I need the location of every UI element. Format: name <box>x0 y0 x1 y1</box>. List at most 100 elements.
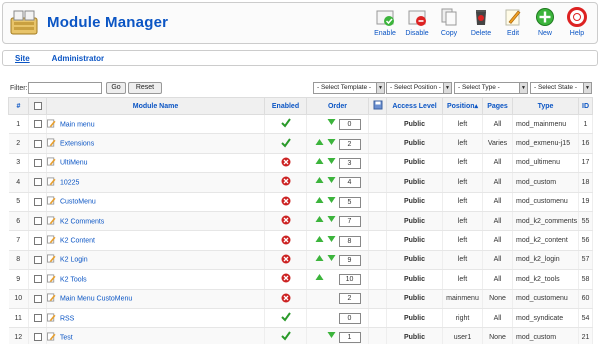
select-state[interactable]: - Select State - ▼ <box>530 82 592 94</box>
row-access[interactable]: Public <box>386 114 443 135</box>
col-order[interactable]: Order <box>306 97 369 115</box>
move-down-icon[interactable] <box>327 176 336 184</box>
row-access[interactable]: Public <box>386 192 443 212</box>
disabled-x-icon[interactable] <box>281 215 291 225</box>
move-down-icon[interactable] <box>327 215 336 223</box>
row-checkbox[interactable] <box>33 197 42 206</box>
row-checkbox-cell[interactable] <box>28 327 47 344</box>
row-checkbox-cell[interactable] <box>28 308 47 329</box>
col-id[interactable]: ID <box>578 97 593 115</box>
select-all-checkbox[interactable] <box>33 102 42 110</box>
module-name-link[interactable]: CustoMenu <box>60 199 96 206</box>
order-input[interactable]: 1 <box>338 332 361 344</box>
row-access[interactable]: Public <box>386 133 443 154</box>
move-up-icon[interactable] <box>315 196 324 204</box>
row-checkbox-cell[interactable] <box>28 230 47 251</box>
row-access[interactable]: Public <box>386 289 443 309</box>
move-up-icon[interactable] <box>315 235 324 243</box>
order-input[interactable]: 0 <box>338 312 361 324</box>
row-checkbox[interactable] <box>33 294 42 303</box>
row-checkbox-cell[interactable] <box>28 289 47 309</box>
order-input[interactable]: 9 <box>338 254 361 266</box>
row-access[interactable]: Public <box>386 211 443 232</box>
row-enabled-toggle[interactable] <box>264 211 307 232</box>
row-access[interactable]: Public <box>386 250 443 271</box>
enabled-check-icon[interactable] <box>280 137 291 148</box>
move-up-icon[interactable] <box>315 254 324 262</box>
move-down-icon[interactable] <box>327 254 336 262</box>
row-enabled-toggle[interactable] <box>264 250 307 271</box>
module-name-link[interactable]: Extensions <box>60 140 94 147</box>
module-name-link[interactable]: K2 Comments <box>60 218 104 225</box>
row-enabled-toggle[interactable] <box>264 114 307 135</box>
order-input[interactable]: 0 <box>338 119 361 131</box>
move-down-icon[interactable] <box>327 331 336 339</box>
row-checkbox-cell[interactable] <box>28 114 47 135</box>
enabled-check-icon[interactable] <box>280 331 291 342</box>
row-access[interactable]: Public <box>386 308 443 329</box>
order-input[interactable]: 8 <box>338 235 361 247</box>
disabled-x-icon[interactable] <box>281 196 291 206</box>
order-input[interactable]: 3 <box>338 157 361 169</box>
help-button[interactable]: Help <box>561 7 593 41</box>
reset-button[interactable]: Reset <box>128 82 162 94</box>
row-checkbox[interactable] <box>33 178 42 187</box>
disabled-x-icon[interactable] <box>281 254 291 264</box>
order-input[interactable]: 7 <box>338 216 361 228</box>
disabled-x-icon[interactable] <box>281 157 291 167</box>
move-down-icon[interactable] <box>327 196 336 204</box>
move-up-icon[interactable] <box>315 138 324 146</box>
module-name-link[interactable]: 10225 <box>60 179 79 186</box>
submenu-administrator[interactable]: Administrator <box>52 54 104 63</box>
move-up-icon[interactable] <box>315 157 324 165</box>
row-enabled-toggle[interactable] <box>264 289 307 309</box>
module-name-link[interactable]: UltiMenu <box>60 160 88 167</box>
module-name-link[interactable]: K2 Login <box>60 257 88 264</box>
disabled-x-icon[interactable] <box>281 273 291 283</box>
module-name-link[interactable]: Main Menu CustoMenu <box>60 296 132 303</box>
row-checkbox-cell[interactable] <box>28 172 47 193</box>
row-access[interactable]: Public <box>386 269 443 290</box>
row-checkbox-cell[interactable] <box>28 153 47 174</box>
new-button[interactable]: New <box>529 7 561 41</box>
copy-button[interactable]: Copy <box>433 7 465 41</box>
row-checkbox-cell[interactable] <box>28 192 47 212</box>
module-name-link[interactable]: K2 Content <box>60 237 95 244</box>
col-save-order[interactable] <box>368 97 387 115</box>
filter-input[interactable] <box>28 82 102 94</box>
move-down-icon[interactable] <box>327 118 336 126</box>
row-checkbox[interactable] <box>33 217 42 226</box>
row-checkbox[interactable] <box>33 333 42 342</box>
row-checkbox-cell[interactable] <box>28 211 47 232</box>
select-type[interactable]: - Select Type - ▼ <box>454 82 528 94</box>
order-input[interactable]: 2 <box>338 293 361 305</box>
save-order-icon[interactable] <box>373 100 383 110</box>
disabled-x-icon[interactable] <box>281 293 291 303</box>
select-position[interactable]: - Select Position - ▼ <box>386 82 452 94</box>
enabled-check-icon[interactable] <box>280 118 291 128</box>
row-checkbox[interactable] <box>33 255 42 264</box>
row-access[interactable]: Public <box>386 153 443 174</box>
order-input[interactable]: 10 <box>338 274 361 286</box>
move-down-icon[interactable] <box>327 235 336 243</box>
move-down-icon[interactable] <box>327 138 336 146</box>
module-name-link[interactable]: Test <box>60 334 73 341</box>
move-up-icon[interactable] <box>315 176 324 184</box>
row-checkbox[interactable] <box>33 314 42 323</box>
row-checkbox-cell[interactable] <box>28 269 47 290</box>
move-up-icon[interactable] <box>315 273 324 281</box>
row-enabled-toggle[interactable] <box>264 327 307 344</box>
submenu-site[interactable]: Site <box>15 54 30 63</box>
row-enabled-toggle[interactable] <box>264 153 307 174</box>
row-access[interactable]: Public <box>386 172 443 193</box>
row-checkbox[interactable] <box>33 139 42 148</box>
row-enabled-toggle[interactable] <box>264 308 307 329</box>
col-access[interactable]: Access Level <box>386 97 443 115</box>
row-checkbox[interactable] <box>33 275 42 284</box>
module-name-link[interactable]: RSS <box>60 315 74 322</box>
order-input[interactable]: 5 <box>338 196 361 208</box>
col-enabled[interactable]: Enabled <box>264 97 307 115</box>
row-access[interactable]: Public <box>386 327 443 344</box>
col-pages[interactable]: Pages <box>482 97 513 115</box>
col-name[interactable]: Module Name <box>46 97 265 115</box>
